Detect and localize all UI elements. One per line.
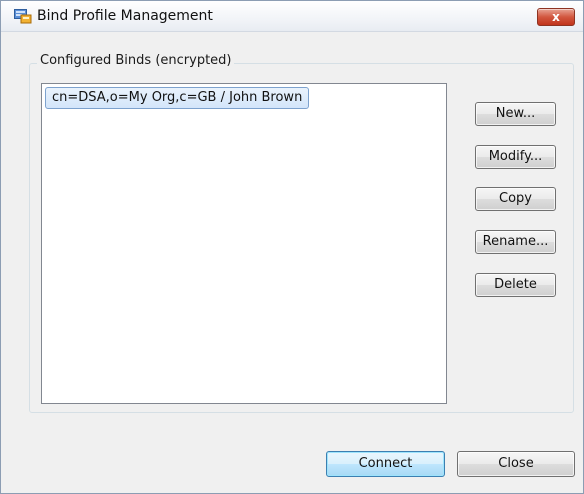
bind-profile-dialog: Bind Profile Management x Configured Bin… [0,0,584,494]
bind-profile-app-icon [14,9,32,24]
copy-button[interactable]: Copy [475,187,556,211]
close-button[interactable]: Close [457,451,575,477]
delete-button[interactable]: Delete [475,273,556,297]
list-item[interactable]: cn=DSA,o=My Org,c=GB / John Brown [45,87,310,109]
window-title: Bind Profile Management [37,8,213,24]
group-title: Configured Binds (encrypted) [37,53,235,68]
close-window-button[interactable]: x [537,8,575,26]
close-icon: x [552,10,560,24]
connect-button[interactable]: Connect [326,451,445,477]
list-item-label: cn=DSA,o=My Org,c=GB / John Brown [52,90,303,105]
new-button[interactable]: New... [475,102,556,126]
modify-button[interactable]: Modify... [475,145,556,169]
rename-button[interactable]: Rename... [475,230,556,254]
title-bar[interactable]: Bind Profile Management x [1,1,583,32]
binds-list[interactable]: cn=DSA,o=My Org,c=GB / John Brown [41,83,447,404]
